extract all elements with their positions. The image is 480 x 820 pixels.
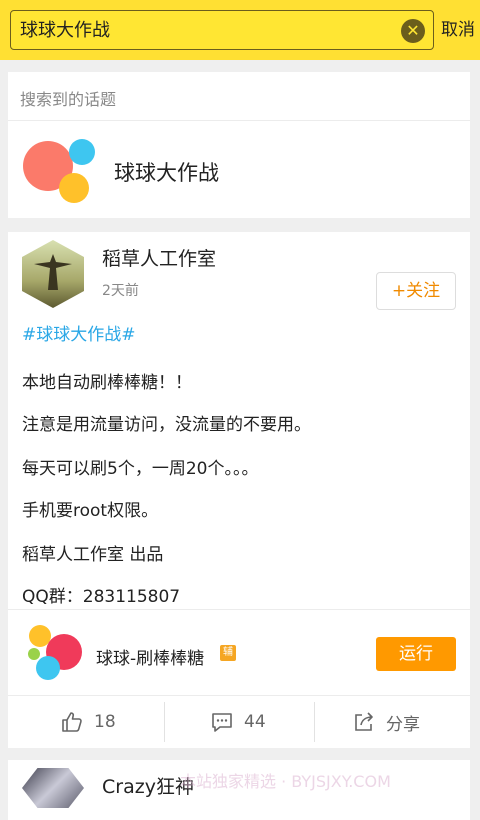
- post-text-line: 稻草人工作室 出品: [22, 545, 164, 565]
- post-text-line: 手机要root权限。: [22, 501, 159, 521]
- top-search-bar: 球球大作战 ✕ 取消: [0, 0, 480, 60]
- topic-section-header: 搜索到的话题: [20, 90, 117, 109]
- cancel-button[interactable]: 取消: [441, 19, 475, 41]
- action-separator: [164, 702, 165, 742]
- comment-button[interactable]: 44: [210, 708, 266, 736]
- divider: [8, 120, 470, 121]
- post-time: 2天前: [102, 283, 139, 299]
- assist-badge: 辅: [220, 645, 236, 661]
- divider: [8, 695, 470, 696]
- post-text-line: QQ群：283115807: [22, 587, 181, 607]
- post-hashtag[interactable]: #球球大作战#: [22, 320, 136, 345]
- share-icon: [355, 712, 373, 731]
- post-text-line: 注意是用流量访问，没流量的不要用。: [22, 415, 311, 435]
- like-button[interactable]: 18: [60, 708, 116, 736]
- run-button[interactable]: 运行: [376, 637, 456, 671]
- watermark-text: 本站独家精选 · BYJSJXY.COM: [180, 772, 391, 791]
- post-text-line: 每天可以刷5个，一周20个。。。: [22, 459, 259, 479]
- app-name: 球球-刷棒棒糖: [96, 649, 205, 669]
- topic-results-section: 搜索到的话题 球球大作战: [8, 72, 470, 218]
- author-avatar[interactable]: [22, 240, 84, 308]
- follow-button[interactable]: +关注: [376, 272, 456, 310]
- colorful-balls-logo-icon: [23, 139, 95, 203]
- post-card[interactable]: 稻草人工作室 2天前 +关注 #球球大作战# 本地自动刷棒棒糖！！ 注意是用流量…: [8, 232, 470, 748]
- post-text-line: 本地自动刷棒棒糖！！: [22, 373, 192, 393]
- app-logo-icon: [28, 625, 82, 680]
- topic-title: 球球大作战: [114, 161, 219, 185]
- action-separator: [314, 702, 315, 742]
- like-count: 18: [94, 712, 116, 732]
- comment-count: 44: [244, 712, 266, 732]
- comment-icon: [212, 713, 232, 732]
- clear-icon[interactable]: ✕: [401, 19, 425, 43]
- search-input[interactable]: 球球大作战 ✕: [10, 10, 434, 50]
- author-name[interactable]: 稻草人工作室: [102, 244, 216, 271]
- share-label: 分享: [386, 714, 420, 735]
- divider: [8, 609, 470, 610]
- thumbs-up-icon: [62, 712, 82, 732]
- search-query-text: 球球大作战: [20, 20, 110, 41]
- author-avatar[interactable]: [22, 768, 84, 808]
- share-button[interactable]: 分享: [352, 708, 420, 736]
